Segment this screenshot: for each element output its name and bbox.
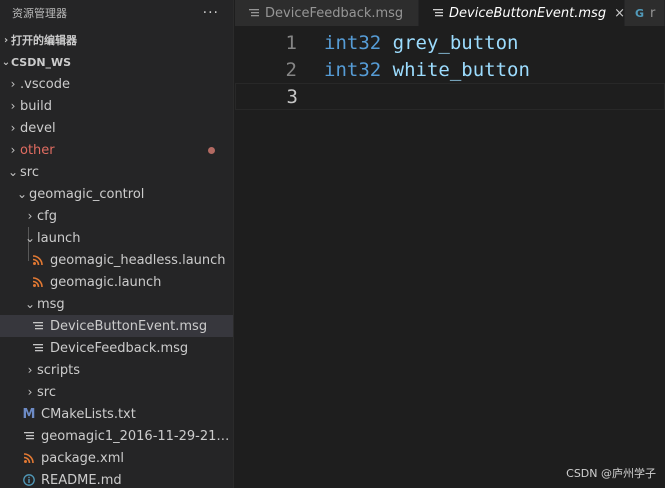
tree-item-label: geomagic_control: [29, 186, 145, 202]
tree-item-label: scripts: [37, 362, 80, 378]
tree-item-msg[interactable]: ⌄ msg: [0, 293, 233, 315]
tab-device-button-event[interactable]: DeviceButtonEvent.msg ×: [419, 0, 625, 26]
workspace-label: CSDN_WS: [11, 55, 72, 69]
tree-item-headless-launch[interactable]: geomagic_headless.launch: [0, 249, 233, 271]
chevron-down-icon: ⌄: [24, 297, 36, 311]
code-text: int32 white_button: [324, 59, 530, 81]
tree-item-launch[interactable]: ⌄ launch: [0, 227, 233, 249]
tree-item-vscode[interactable]: › .vscode: [0, 73, 233, 95]
tree-item-label: src: [37, 384, 56, 400]
file-lines-icon: [22, 431, 36, 441]
open-editors-label: 打开的编辑器: [11, 34, 77, 47]
code-text: int32 grey_button: [324, 32, 519, 54]
cmake-m-icon: M: [22, 406, 36, 422]
tree-item-other[interactable]: › other: [0, 139, 233, 161]
code-editor[interactable]: 1 int32 grey_button 2 int32 white_button…: [235, 26, 665, 488]
tree-item-label: geomagic.launch: [50, 274, 162, 290]
tree-item-build[interactable]: › build: [0, 95, 233, 117]
open-editors-section[interactable]: › 打开的编辑器: [0, 29, 233, 51]
code-line: 2 int32 white_button: [235, 56, 665, 83]
tree-item-cmakelists[interactable]: M CMakeLists.txt: [0, 403, 233, 425]
tree-item-label: cfg: [37, 208, 57, 224]
chevron-right-icon: ›: [27, 385, 33, 399]
tree-item-geomagic-control[interactable]: ⌄ geomagic_control: [0, 183, 233, 205]
file-lines-icon: [249, 8, 259, 18]
tree-item-label: DeviceButtonEvent.msg: [50, 318, 208, 334]
type-token: int32: [324, 58, 382, 81]
tree-item-label: other: [20, 142, 55, 158]
info-icon: [22, 474, 36, 486]
file-tree: › .vscode › build › devel › other ⌄ src …: [0, 73, 233, 488]
explorer-title: 资源管理器: [12, 7, 67, 20]
tree-item-package-xml[interactable]: package.xml: [0, 447, 233, 469]
explorer-header: 资源管理器 ···: [0, 0, 233, 26]
code-line-current: 3: [235, 83, 665, 110]
tree-item-label: geomagic1_2016-11-29-21-49…: [41, 428, 231, 444]
field-token: grey_button: [392, 31, 519, 54]
tree-item-bag-file[interactable]: geomagic1_2016-11-29-21-49…: [0, 425, 233, 447]
tab-label: r: [650, 5, 656, 21]
chevron-right-icon: ›: [27, 363, 33, 377]
tree-item-label: msg: [37, 296, 65, 312]
chevron-down-icon: ⌄: [16, 187, 28, 201]
close-icon[interactable]: ×: [614, 6, 625, 21]
chevron-right-icon: ›: [10, 121, 16, 135]
rss-icon: [31, 255, 45, 265]
tree-item-label: CMakeLists.txt: [41, 406, 136, 422]
tree-item-label: geomagic_headless.launch: [50, 252, 226, 268]
tab-cpp-partial[interactable]: G r: [625, 0, 665, 26]
tree-item-label: src: [20, 164, 39, 180]
tree-item-device-button-event[interactable]: DeviceButtonEvent.msg: [0, 315, 233, 337]
tree-item-label: package.xml: [41, 450, 124, 466]
cpp-icon: G: [635, 6, 645, 20]
chevron-down-icon: ⌄: [1, 56, 11, 68]
chevron-right-icon: ›: [10, 77, 16, 91]
line-number: 2: [285, 58, 297, 81]
more-actions-icon[interactable]: ···: [203, 5, 219, 21]
tree-item-readme[interactable]: README.md: [0, 469, 233, 488]
rss-icon: [31, 277, 45, 287]
tree-item-label: DeviceFeedback.msg: [50, 340, 189, 356]
chevron-right-icon: ›: [3, 34, 9, 46]
rss-icon: [22, 453, 36, 463]
tree-item-src[interactable]: ⌄ src: [0, 161, 233, 183]
line-number: 1: [285, 31, 297, 54]
workspace-section[interactable]: ⌄ CSDN_WS: [0, 51, 233, 73]
explorer-sidebar: 资源管理器 ··· › 打开的编辑器 ⌄ CSDN_WS › .vscode ›…: [0, 0, 234, 488]
tab-label: DeviceButtonEvent.msg: [449, 5, 607, 21]
field-token: white_button: [392, 58, 530, 81]
file-lines-icon: [31, 321, 45, 331]
tree-item-label: .vscode: [20, 76, 70, 92]
chevron-right-icon: ›: [10, 99, 16, 113]
tree-item-geomagic-launch[interactable]: geomagic.launch: [0, 271, 233, 293]
tree-item-label: launch: [37, 230, 81, 246]
tree-item-label: devel: [20, 120, 56, 136]
tree-item-devel[interactable]: › devel: [0, 117, 233, 139]
modified-dot-icon: [208, 146, 215, 154]
editor-tab-bar: DeviceFeedback.msg DeviceButtonEvent.msg…: [235, 0, 665, 26]
tab-label: DeviceFeedback.msg: [265, 5, 404, 21]
file-lines-icon: [433, 8, 443, 18]
tree-item-src-inner[interactable]: › src: [0, 381, 233, 403]
file-lines-icon: [31, 343, 45, 353]
chevron-down-icon: ⌄: [24, 231, 36, 245]
tree-item-label: README.md: [41, 472, 122, 488]
chevron-down-icon: ⌄: [7, 165, 19, 179]
watermark: CSDN @庐州学子: [566, 467, 656, 480]
code-line: 1 int32 grey_button: [235, 29, 665, 56]
tree-item-device-feedback[interactable]: DeviceFeedback.msg: [0, 337, 233, 359]
tree-item-label: build: [20, 98, 52, 114]
line-number: 3: [286, 85, 298, 108]
tree-item-scripts[interactable]: › scripts: [0, 359, 233, 381]
tree-item-cfg[interactable]: › cfg: [0, 205, 233, 227]
type-token: int32: [324, 31, 382, 54]
tab-device-feedback[interactable]: DeviceFeedback.msg: [235, 0, 419, 26]
chevron-right-icon: ›: [27, 209, 33, 223]
chevron-right-icon: ›: [10, 143, 16, 157]
